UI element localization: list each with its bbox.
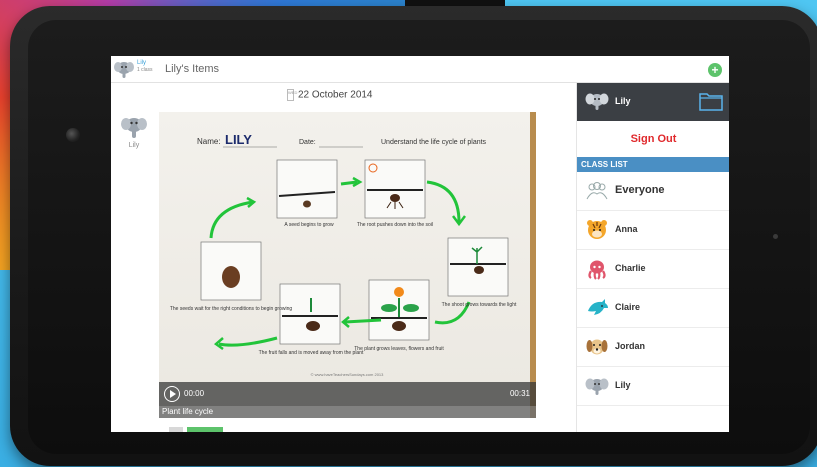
item-photo[interactable]: Name: LILY Date: Understand the life cyc… [159,112,536,418]
worksheet-date-label: Date: [299,139,316,146]
sign-out-button[interactable]: Sign Out [577,121,729,157]
class-item-jordan[interactable]: Jordan [577,328,729,367]
user-name: Lily [137,60,147,66]
class-item-label: Everyone [615,184,665,196]
video-current-time: 00:00 [184,389,205,398]
elephant-icon [585,375,609,397]
item-date-text: 22 October 2014 [298,89,373,101]
elephant-icon [585,91,609,111]
worksheet-step-1: A seed begins to grow [284,222,334,228]
photo-caption: Plant life cycle [162,407,214,416]
video-controls: 00:00 00:31 [159,382,536,406]
group-icon [585,180,609,202]
class-sidebar: Lily Sign Out CLASS LIST Everyone Anna C… [576,83,729,432]
video-duration: 00:31 [509,389,530,398]
page-title: Lily's Items [165,63,220,75]
worksheet-name-label: Name: [197,137,221,146]
class-item-label: Anna [615,224,638,234]
item-action-primary[interactable] [187,427,223,432]
class-item-charlie[interactable]: Charlie [577,250,729,289]
calendar-icon: WED [287,89,297,101]
sidebar-user-name: Lily [615,96,631,106]
photo-caption-bar: Plant life cycle [159,406,536,418]
item-actions [169,427,223,432]
class-item-label: Charlie [615,263,646,273]
class-item-everyone[interactable]: Everyone [577,172,729,211]
worksheet-step-3: The shoot grows towards the light [442,302,517,308]
top-bar: Lily 1 class Lily's Items + [111,56,729,83]
octopus-icon [585,258,609,280]
class-item-label: Lily [615,380,631,390]
play-button[interactable] [164,386,180,402]
item-action-secondary[interactable] [169,427,183,432]
elephant-icon[interactable] [113,59,135,79]
worksheet-step-5: The fruit falls and is moved away from t… [259,350,364,356]
worksheet-step-4: The plant grows leaves, flowers and frui… [354,346,444,352]
dog-icon [585,336,609,358]
sensor-dot-icon [773,234,778,239]
worksheet-objective: Understand the life cycle of plants [381,139,487,146]
class-item-label: Claire [615,302,641,312]
worksheet-step-2: The root pushes down into the soil [357,222,433,228]
class-item-lily[interactable]: Lily [577,367,729,406]
class-list-header: CLASS LIST [577,157,729,172]
front-camera-icon [66,128,80,142]
item-author: Lily [119,114,149,149]
elephant-icon [121,118,147,138]
class-item-label: Jordan [615,341,646,351]
table-edge [530,112,536,418]
add-item-button[interactable]: + [708,63,722,77]
author-name: Lily [128,142,140,149]
user-class-count: 1 class [137,67,153,73]
dolphin-icon [585,297,609,319]
worksheet-step-6: The seeds wait for the right conditions … [170,306,293,312]
folder-icon[interactable] [698,90,724,112]
tiger-icon [585,219,609,241]
worksheet-name-value: LILY [225,132,252,147]
class-item-anna[interactable]: Anna [577,211,729,250]
item-date: WED22 October 2014 [287,89,373,101]
app-screen: Lily 1 class Lily's Items + WED22 Octobe… [111,56,729,432]
worksheet-photo: Name: LILY Date: Understand the life cyc… [159,112,536,418]
sidebar-header: Lily [577,83,729,121]
class-item-claire[interactable]: Claire [577,289,729,328]
worksheet-footer: © www.haveTeachersSundays.com 2013 [311,372,385,377]
